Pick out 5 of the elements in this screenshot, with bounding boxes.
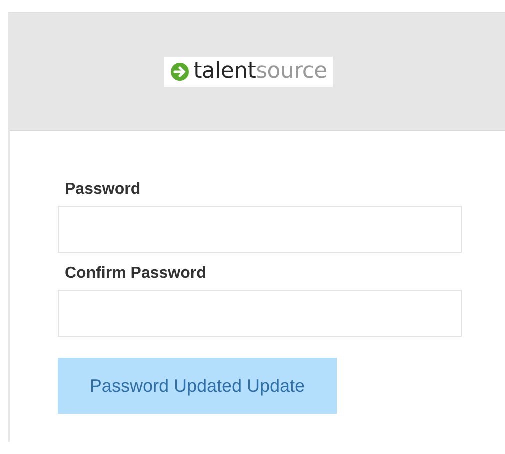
- field-label: Password: [65, 181, 142, 199]
- logo-text: talentsource: [194, 60, 328, 82]
- password-field[interactable]: [58, 206, 462, 253]
- password-field[interactable]: [58, 290, 462, 337]
- field-label: Confirm Password: [65, 265, 208, 283]
